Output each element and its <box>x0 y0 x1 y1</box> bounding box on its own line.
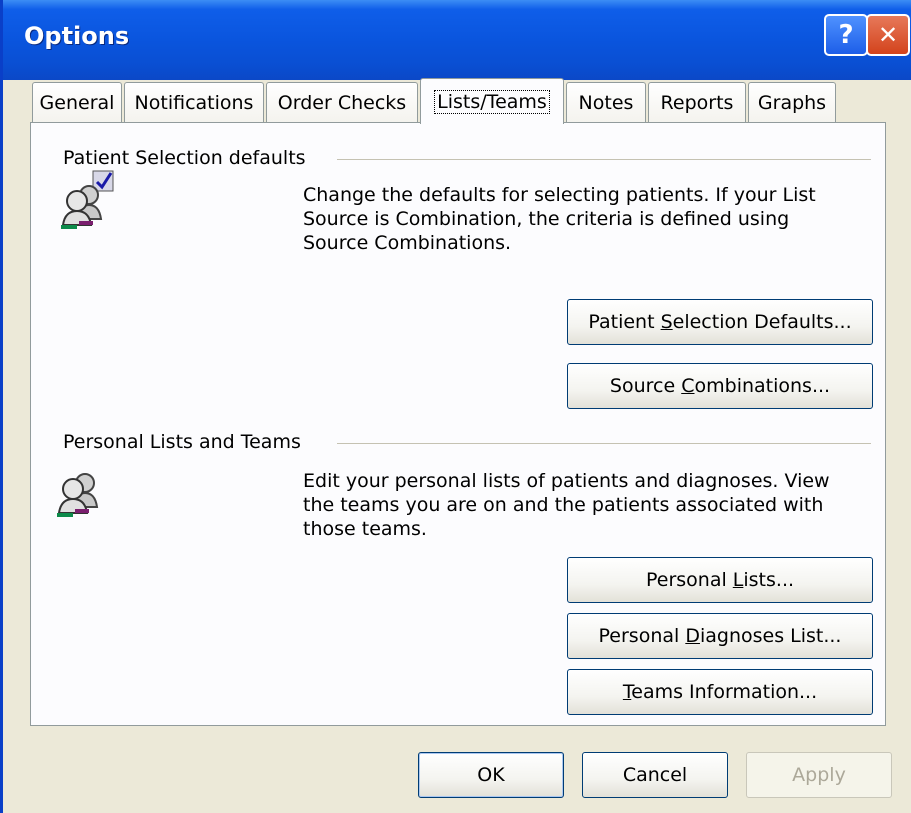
help-icon: ? <box>838 20 854 50</box>
tab-label: Notes <box>578 91 634 114</box>
tab-notes[interactable]: Notes <box>566 82 646 122</box>
cancel-button[interactable]: Cancel <box>582 752 728 798</box>
window-border <box>0 0 3 813</box>
description-line: those teams. <box>303 518 427 540</box>
patient-selection-description: Change the defaults for selecting patien… <box>303 183 863 255</box>
personal-diagnoses-list-button[interactable]: Personal Diagnoses List... <box>567 613 873 659</box>
ok-button[interactable]: OK <box>418 752 564 798</box>
tab-label: General <box>39 91 115 114</box>
button-label: Teams Information... <box>622 681 818 703</box>
button-label: Patient Selection Defaults... <box>588 311 852 333</box>
group-divider <box>337 159 871 160</box>
description-line: the teams you are on and the patients as… <box>303 494 824 516</box>
button-label: Personal Lists... <box>645 569 795 591</box>
title-bar[interactable]: Options ? ✕ <box>0 0 911 80</box>
tab-reports[interactable]: Reports <box>648 82 746 122</box>
close-icon: ✕ <box>877 21 899 49</box>
close-button[interactable]: ✕ <box>866 14 910 56</box>
tab-lists-teams[interactable]: Lists/Teams <box>420 78 564 124</box>
apply-button[interactable]: Apply <box>746 752 892 798</box>
button-label: Apply <box>792 764 846 786</box>
tab-label: Reports <box>660 91 734 114</box>
personal-lists-description: Edit your personal lists of patients and… <box>303 469 863 541</box>
tab-notifications[interactable]: Notifications <box>124 82 264 122</box>
patient-selection-heading: Patient Selection defaults <box>63 147 306 169</box>
tab-label: Notifications <box>134 91 254 114</box>
options-dialog: Options ? ✕ General Notifications Order … <box>0 0 911 813</box>
teams-information-button[interactable]: Teams Information... <box>567 669 873 715</box>
help-button[interactable]: ? <box>824 14 868 56</box>
tab-label: Order Checks <box>277 91 407 114</box>
tab-label: Graphs <box>757 91 827 114</box>
description-line: Source is Combination, the criteria is d… <box>303 208 790 230</box>
description-line: Change the defaults for selecting patien… <box>303 184 816 206</box>
patient-selection-defaults-button[interactable]: Patient Selection Defaults... <box>567 299 873 345</box>
group-divider <box>337 443 871 444</box>
lists-teams-panel: Patient Selection defaults Change the de… <box>30 122 886 726</box>
description-line: Source Combinations. <box>303 232 512 254</box>
personal-lists-heading: Personal Lists and Teams <box>63 431 301 453</box>
description-line: Edit your personal lists of patients and… <box>303 470 830 492</box>
button-label: Source Combinations... <box>609 375 831 397</box>
patients-icon <box>57 473 99 517</box>
tab-label: Lists/Teams <box>434 89 550 114</box>
personal-lists-button[interactable]: Personal Lists... <box>567 557 873 603</box>
tab-order-checks[interactable]: Order Checks <box>266 82 418 122</box>
tab-general[interactable]: General <box>32 82 122 122</box>
button-label: Cancel <box>622 764 688 786</box>
window-title: Options <box>24 22 130 50</box>
button-label: OK <box>477 764 505 786</box>
tab-graphs[interactable]: Graphs <box>748 82 836 122</box>
patients-check-icon <box>61 170 114 229</box>
button-label: Personal Diagnoses List... <box>598 625 842 647</box>
source-combinations-button[interactable]: Source Combinations... <box>567 363 873 409</box>
